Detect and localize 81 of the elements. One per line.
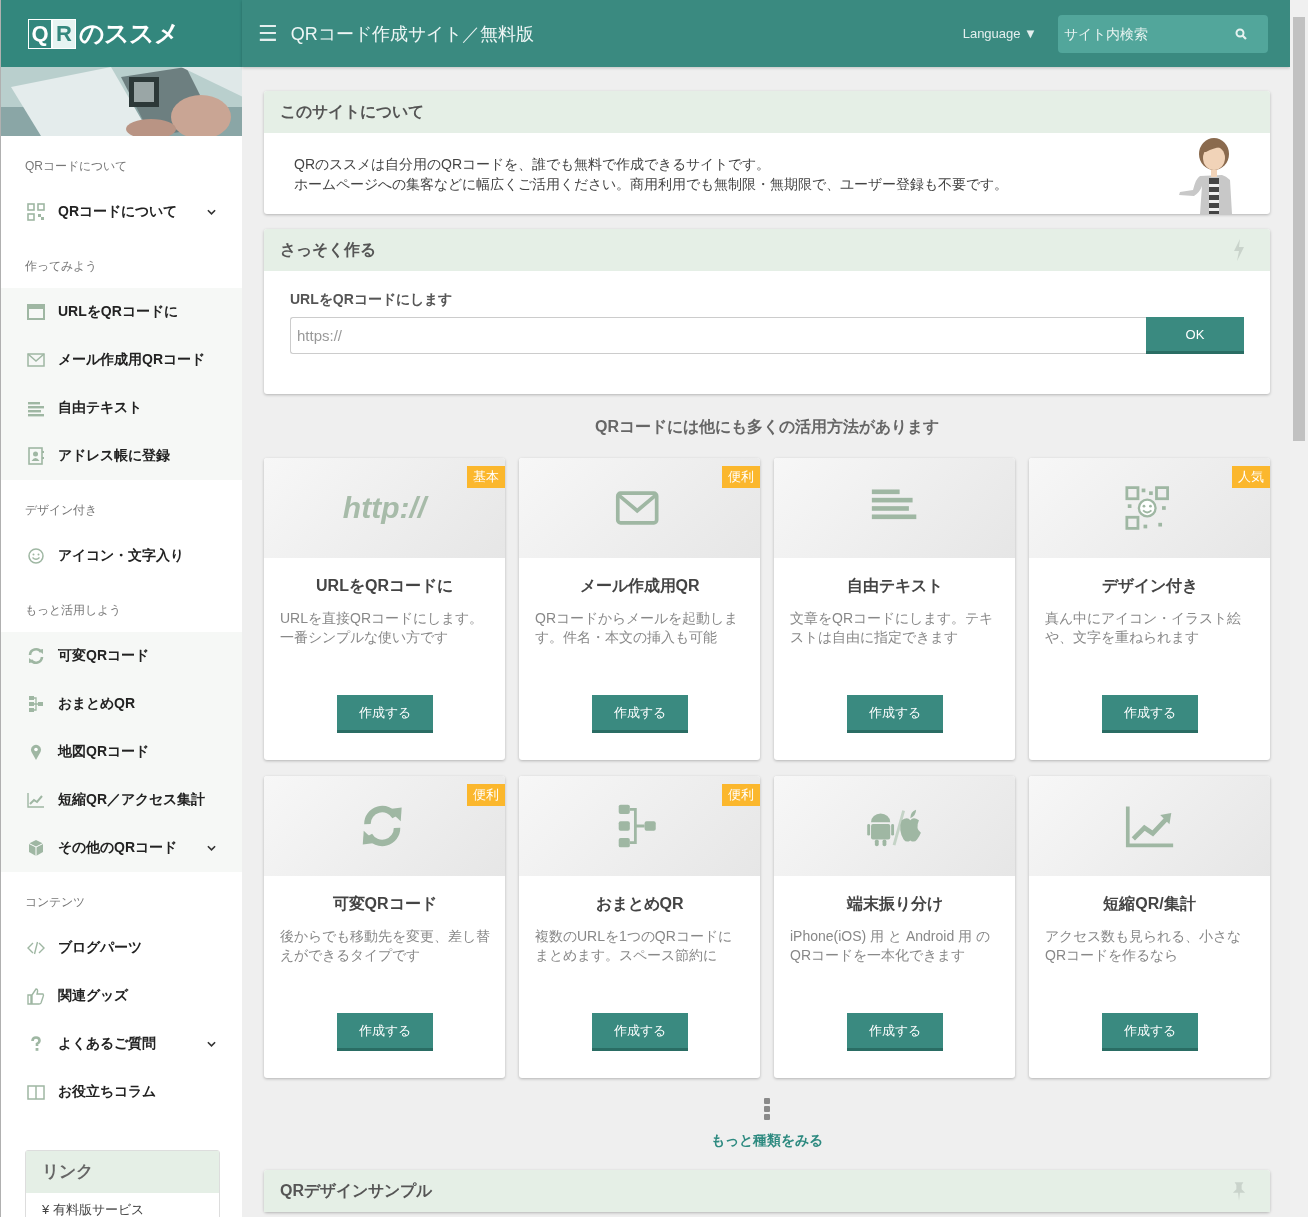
panel-title: さっそく作る (280, 239, 376, 260)
card-title: 端末振り分け (846, 894, 943, 914)
section-heading: QRコードには他にも多くの活用方法があります (594, 417, 940, 437)
book-icon (27, 1083, 45, 1101)
sidebar-item[interactable]: おまとめQR (1, 680, 242, 728)
cube-icon (27, 839, 45, 857)
card-description: QRコードからメールを起動します。件名・本文の挿入も可能 (535, 609, 739, 647)
panel-title: このサイトについて (280, 101, 424, 122)
sidebar-item[interactable]: その他のQRコード (1, 824, 242, 872)
hierarchy-icon (27, 695, 45, 713)
lightning-icon (1232, 239, 1246, 261)
sidebar-item[interactable]: お役立ちコラム (1, 1068, 242, 1116)
sidebar-item[interactable]: 地図QRコード (1, 728, 242, 776)
sidebar-item[interactable]: 短縮QR／アクセス集計 (1, 776, 242, 824)
sidebar-heading: デザイン付き (24, 502, 98, 519)
badge: 基本 (467, 466, 505, 488)
code-icon (27, 939, 45, 957)
create-button[interactable]: 作成する (336, 1013, 433, 1051)
sidebar-heading: QRコードについて (24, 158, 128, 175)
search-field[interactable]: サイト内検索 (1058, 14, 1268, 53)
link[interactable]: ¥ 有料版サービス (26, 1193, 219, 1217)
sidebar-item[interactable]: QRコードについて (1, 188, 242, 236)
field-label: URLをQRコードにします (290, 291, 453, 309)
create-button[interactable]: 作成する (846, 1013, 943, 1051)
text-lines-icon (27, 399, 45, 417)
create-button[interactable]: 作成する (1101, 1013, 1198, 1051)
badge: 便利 (467, 784, 505, 806)
sidebar-item[interactable]: URLをQRコードに (1, 288, 242, 336)
smiley-icon (27, 547, 45, 565)
card-description: 真ん中にアイコン・イラスト絵や、文字を重ねられます (1045, 609, 1242, 647)
thumbs-up-icon (27, 987, 45, 1005)
card-title: 短縮QR/集計 (1103, 894, 1196, 914)
links-title: リンク (26, 1151, 219, 1193)
sidebar-item[interactable]: 自由テキスト (1, 384, 242, 432)
line-chart-icon (27, 791, 45, 809)
card-description: アクセス数も見られる、小さなQRコードを作るなら (1045, 927, 1242, 965)
sidebar-item[interactable]: ブログパーツ (1, 924, 242, 972)
create-button[interactable]: 作成する (336, 695, 433, 733)
badge: 便利 (722, 466, 760, 488)
badge: 人気 (1232, 466, 1270, 488)
about-text: ホームページへの集客などに幅広くご活用ください。商用利用でも無制限・無期限で、ユーザー登録も不要です。 (294, 174, 1009, 194)
url-field[interactable]: https:// (290, 317, 1146, 354)
sidebar-item[interactable]: アドレス帳に登録 (1, 432, 242, 480)
card-description: 文章をQRコードにします。テキストは自由に指定できます (790, 609, 994, 647)
contact-card-icon (27, 447, 45, 465)
badge: 便利 (722, 784, 760, 806)
refresh-icon (27, 647, 45, 665)
card-title: 自由テキスト (846, 576, 943, 596)
search-icon[interactable] (1235, 27, 1247, 40)
sidebar-item[interactable]: メール作成用QRコード (1, 336, 242, 384)
panel-title: QRデザインサンプル (280, 1180, 432, 1201)
window-icon (27, 303, 45, 321)
card-title: おまとめQR (595, 894, 684, 914)
site-title: QRコード作成サイト／無料版 (290, 22, 535, 46)
sidebar-item[interactable]: 関連グッズ (1, 972, 242, 1020)
ok-button[interactable]: OK (1146, 317, 1244, 354)
sidebar-heading: もっと活用しよう (24, 602, 122, 619)
sidebar-heading: 作ってみよう (24, 258, 98, 275)
more-dots-icon (764, 1098, 770, 1120)
sidebar-item[interactable]: よくあるご質問 (1, 1020, 242, 1068)
about-text: QRのススメは自分用のQRコードを、誰でも無料で作成できるサイトです。 (294, 154, 771, 174)
create-button[interactable]: 作成する (591, 1013, 688, 1051)
card-description: URLを直接QRコードにします。一番シンプルな使い方です (280, 609, 484, 647)
language-dropdown[interactable]: Language ▼ (962, 26, 1037, 41)
envelope-icon (27, 351, 45, 369)
http-icon: http:// (342, 491, 427, 525)
card-description: iPhone(iOS) 用 と Android 用 のQRコードを一本化できます (790, 927, 991, 965)
card-title: デザイン付き (1101, 576, 1198, 596)
card-title: 可変QRコード (332, 894, 437, 914)
create-button[interactable]: 作成する (1101, 695, 1198, 733)
create-button[interactable]: 作成する (591, 695, 688, 733)
sidebar-item[interactable]: アイコン・文字入り (1, 532, 242, 580)
card-description: 後からでも移動先を変更、差し替えができるタイプです (280, 927, 490, 965)
sidebar-item[interactable]: 可変QRコード (1, 632, 242, 680)
qr-code-icon (27, 203, 45, 221)
card-title: メール作成用QR (579, 576, 700, 596)
create-button[interactable]: 作成する (846, 695, 943, 733)
sidebar-heading: コンテンツ (24, 894, 86, 911)
more-link[interactable]: もっと種類をみる (711, 1132, 823, 1150)
card-description: 複数のURLを1つのQRコードにまとめます。スペース節約に (535, 927, 733, 965)
card-title: URLをQRコードに (316, 576, 453, 596)
